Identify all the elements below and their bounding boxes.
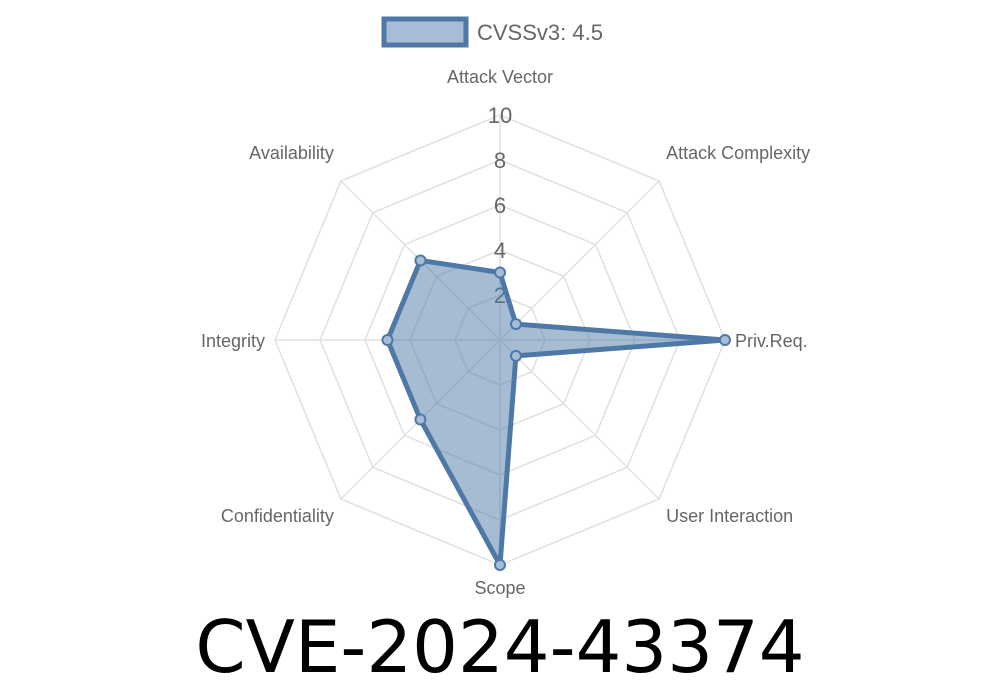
r-tick-label: 4 <box>494 238 506 263</box>
data-point[interactable] <box>509 349 522 362</box>
radar-chart: 246810 Attack VectorAttack ComplexityPri… <box>201 16 810 598</box>
r-tick-label: 10 <box>488 103 512 128</box>
data-point[interactable] <box>494 266 506 279</box>
axis-label: Integrity <box>201 331 265 351</box>
legend[interactable]: CVSSv3: 4.5 <box>381 16 603 48</box>
data-point[interactable] <box>719 334 731 346</box>
axis-label: Priv.Req. <box>735 331 808 351</box>
axis-label: Attack Vector <box>447 67 553 87</box>
data-point[interactable] <box>509 318 522 331</box>
data-point[interactable] <box>494 559 506 571</box>
legend-label: CVSSv3: 4.5 <box>477 20 603 45</box>
axis-label: Scope <box>474 578 525 598</box>
r-tick-label: 6 <box>494 193 506 218</box>
axis-label: Attack Complexity <box>666 143 810 163</box>
r-tick-label: 8 <box>494 148 506 173</box>
data-point[interactable] <box>381 334 394 346</box>
legend-swatch <box>381 16 469 48</box>
data-point[interactable] <box>414 413 427 426</box>
axis-label: Availability <box>249 143 334 163</box>
axis-label: Confidentiality <box>221 506 334 526</box>
axis-label: User Interaction <box>666 506 793 526</box>
data-point[interactable] <box>414 254 427 267</box>
cve-title: CVE-2024-43374 <box>195 605 805 689</box>
